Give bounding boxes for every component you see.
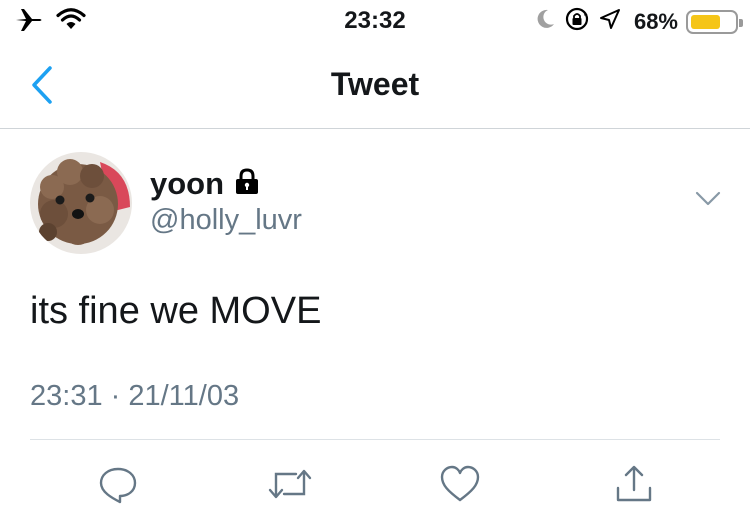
share-button[interactable] [610, 460, 658, 508]
battery-nub [739, 18, 743, 27]
tweet-timestamp: 23:31 · 21/11/03 [30, 380, 240, 412]
reply-button[interactable] [94, 460, 142, 508]
battery-percent: 68% [633, 8, 678, 34]
battery-icon [686, 9, 743, 34]
retweet-button[interactable] [266, 460, 314, 508]
share-icon [616, 465, 652, 502]
user-handle[interactable]: @holly_luvr [150, 204, 302, 237]
chevron-down-icon [695, 191, 721, 206]
like-button[interactable] [436, 460, 484, 508]
lock-icon [234, 167, 260, 201]
more-options-button[interactable] [694, 190, 722, 208]
status-bar: 23:32 68% [0, 0, 750, 44]
tweet-text: its fine we MOVE [30, 290, 322, 332]
like-icon [440, 465, 480, 502]
display-name[interactable]: yoon [150, 166, 224, 202]
divider [30, 439, 720, 440]
dog-avatar [30, 152, 132, 254]
avatar[interactable] [30, 152, 132, 254]
battery-level [691, 14, 720, 29]
retweet-icon [268, 469, 312, 499]
location-icon [598, 7, 622, 36]
action-bar [0, 460, 750, 508]
page-title: Tweet [330, 66, 420, 102]
author-row: yoon [150, 166, 260, 202]
moon-icon [536, 8, 556, 35]
navigation-bar: Tweet [0, 44, 750, 129]
reply-icon [99, 467, 137, 504]
orientation-lock-icon [564, 6, 590, 37]
